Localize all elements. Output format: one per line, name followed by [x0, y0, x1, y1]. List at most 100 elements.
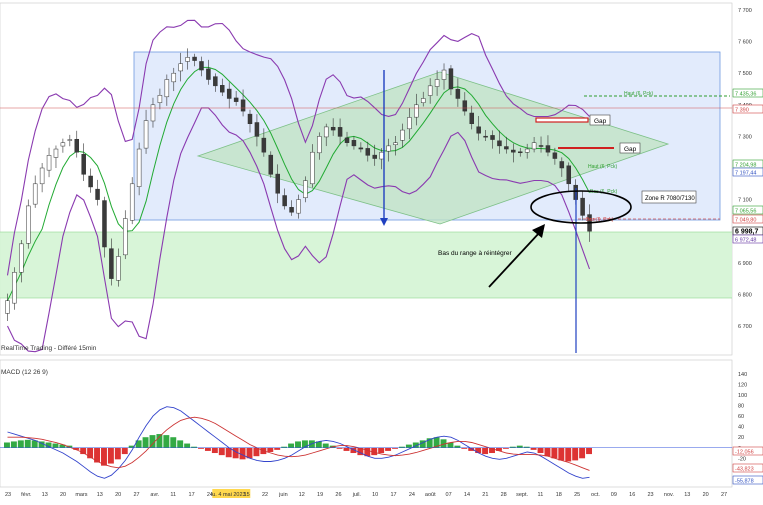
price-tick-label: 6 800 — [738, 292, 752, 298]
candle-body — [296, 199, 301, 214]
candle-body — [358, 147, 364, 150]
macd-histogram-bar — [4, 442, 10, 448]
x-tick-label: lu. 4 mai 2023 — [211, 492, 246, 498]
x-tick-label: 19 — [317, 492, 323, 498]
macd-histogram-bar — [184, 443, 191, 448]
macd-histogram-bar — [107, 447, 114, 464]
x-tick-label: 21 — [482, 492, 488, 498]
macd-histogram-bar — [454, 445, 461, 448]
range-annotation: Bas du range à réintégrer — [438, 250, 513, 257]
candle-body — [46, 155, 52, 171]
candle-body — [213, 76, 218, 87]
x-tick-label: juin — [278, 492, 288, 498]
x-tick-label: 23 — [648, 492, 654, 498]
x-tick-label: 12 — [299, 492, 305, 498]
price-tick-label: 7 100 — [738, 198, 752, 204]
candle-body — [580, 197, 585, 216]
x-tick-label: 13 — [42, 492, 48, 498]
candle-body — [157, 95, 163, 103]
macd-histogram-bar — [163, 435, 170, 448]
candle-body — [531, 142, 537, 150]
x-tick-label: 17 — [390, 492, 396, 498]
x-tick-label: 20 — [703, 492, 709, 498]
candle-body — [511, 149, 516, 153]
macd-histogram-bar — [267, 447, 274, 452]
candle-body — [448, 68, 454, 90]
candle-body — [247, 113, 253, 125]
candle-body — [171, 72, 177, 83]
candle-body — [476, 126, 481, 134]
x-tick-label: 16 — [629, 492, 635, 498]
candle-body — [386, 145, 391, 152]
x-tick-label: mars — [75, 492, 87, 498]
candle-body — [351, 140, 357, 147]
candle-body — [240, 99, 246, 112]
macd-histogram-bar — [142, 437, 149, 448]
x-tick-label: 25 — [574, 492, 580, 498]
macd-tick-label: 100 — [738, 393, 747, 399]
x-tick-label: 20 — [115, 492, 121, 498]
candle-body — [164, 79, 170, 98]
candle-body — [220, 85, 225, 93]
price-tick-label: 7 600 — [738, 40, 752, 46]
x-tick-label: juil. — [352, 492, 362, 498]
candle-body — [282, 195, 287, 207]
candle-body — [5, 300, 10, 314]
candle-body — [233, 97, 239, 102]
candle-body — [317, 136, 322, 154]
x-tick-label: 22 — [262, 492, 268, 498]
x-tick-label: 07 — [446, 492, 452, 498]
candle-body — [123, 218, 128, 256]
macd-histogram-bar — [24, 439, 31, 448]
price-label: 7 197,44 — [735, 171, 756, 177]
x-tick-label: 15 — [244, 492, 250, 498]
candle-body — [60, 142, 66, 147]
macd-histogram-bar — [288, 443, 295, 448]
x-tick-label: 10 — [372, 492, 378, 498]
candle-body — [462, 100, 468, 112]
macd-histogram-bar — [52, 443, 59, 448]
macd-histogram-bar — [343, 447, 350, 451]
candle-body — [185, 57, 190, 62]
macd-histogram-bar — [274, 447, 281, 450]
x-tick-label: 28 — [501, 492, 507, 498]
macd-tick-label: 60 — [738, 414, 744, 420]
macd-histogram-bar — [177, 440, 184, 448]
candle-body — [129, 183, 135, 221]
candle-body — [504, 146, 509, 150]
price-tick-label: 7 300 — [738, 134, 752, 140]
price-tick-label: 6 900 — [738, 261, 752, 267]
candle-body — [400, 129, 405, 141]
x-tick-label: 18 — [556, 492, 562, 498]
macd-histogram-bar — [586, 447, 592, 455]
candle-body — [116, 256, 121, 281]
haut-label-1: Haut (6, Pck) — [624, 91, 654, 97]
candle-body — [268, 154, 274, 175]
macd-histogram-bar — [170, 437, 177, 448]
macd-histogram-bar — [295, 441, 301, 448]
candle-body — [226, 88, 232, 99]
candle-body — [310, 151, 315, 185]
macd-histogram-bar — [482, 447, 489, 455]
candle-body — [372, 154, 377, 159]
candle-body — [337, 127, 343, 137]
candle-body — [469, 112, 474, 125]
macd-histogram-bar — [558, 447, 565, 461]
x-tick-label: févr. — [21, 492, 32, 498]
candle-body — [427, 85, 433, 96]
haut-label-2: Haut (6, Pck) — [588, 164, 618, 170]
candle-body — [344, 137, 350, 143]
macd-tick-label: 20 — [738, 435, 744, 441]
macd-histogram-bar — [114, 447, 121, 460]
macd-histogram-bar — [218, 447, 225, 456]
macd-histogram-bar — [572, 447, 579, 461]
macd-tick-label: 120 — [738, 383, 747, 389]
macd-histogram-bar — [565, 447, 572, 462]
price-label: 7 204,98 — [735, 163, 756, 169]
candle-body — [420, 98, 426, 103]
candle-body — [517, 151, 523, 154]
candle-body — [192, 56, 197, 61]
x-tick-label: avr. — [150, 492, 159, 498]
x-tick-label: 20 — [60, 492, 66, 498]
candle-body — [289, 207, 294, 213]
